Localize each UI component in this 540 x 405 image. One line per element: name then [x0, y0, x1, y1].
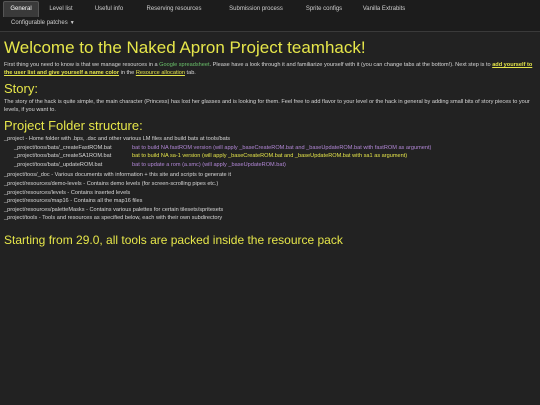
folder-line: _project/tools - Tools and resources as …: [4, 215, 223, 222]
story-text: The story of the hack is quite simple, t…: [4, 99, 530, 113]
intro-text-3: in the: [119, 70, 136, 76]
folder-line: _project/resources/demo-levels - Contain…: [4, 180, 219, 187]
tab-reserving-resources[interactable]: Reserving resources: [135, 2, 213, 17]
bat-row: _project/toos/bats/_createSA1ROM.bat bat …: [4, 152, 536, 161]
intro-text-2: . Please have a look through it and fami…: [209, 62, 493, 68]
bat-path: _project/toos/bats/_updateROM.bat: [14, 161, 103, 168]
tab-submission-process[interactable]: Submission process: [213, 2, 299, 17]
tab-row: General Level list Useful info Reserving…: [3, 0, 537, 17]
folder-project-line: _project - Home folder with .bps, .dsc a…: [4, 136, 231, 142]
folder-line: _project/resources/levels - Contains ins…: [4, 189, 131, 196]
story-heading: Story:: [4, 81, 38, 96]
tab-general[interactable]: General: [3, 1, 39, 17]
bat-row: _project/toos/bats/_updateROM.bat bat to …: [4, 161, 536, 170]
caret-down-icon: ▼: [69, 20, 75, 26]
bat-desc: bat to update a rom (a.smc) (will apply …: [132, 161, 286, 168]
tab-level-list[interactable]: Level list: [39, 2, 83, 17]
bat-row: _project/toos/bats/_createFastROM.bat bat…: [4, 144, 536, 153]
bat-desc: bat to build NA sa-1 version (will apply…: [132, 153, 408, 160]
google-spreadsheet-link[interactable]: Google spreadsheet: [159, 62, 209, 68]
folder-line: _project/resources/map16 - Contains all …: [4, 198, 143, 205]
bat-path: _project/toos/bats/_createSA1ROM.bat: [14, 153, 112, 160]
intro-paragraph: First thing you need to know is that we …: [4, 61, 536, 77]
bat-path: _project/toos/bats/_createFastROM.bat: [14, 144, 112, 151]
tab-sprite-configs[interactable]: Sprite configs: [299, 2, 349, 17]
bat-desc: bat to build NA fastROM version (will ap…: [132, 144, 432, 151]
main-content: Welcome to the Naked Apron Project teamh…: [0, 38, 540, 247]
page-title: Welcome to the Naked Apron Project teamh…: [4, 38, 366, 57]
folder-line: _project/resources/paletteMasks - Contai…: [4, 206, 224, 213]
dropdown-label: Configurable patches: [11, 20, 68, 26]
folder-line: _project/toos/_doc - Various documents w…: [4, 172, 232, 179]
structure-heading: Project Folder structure:: [4, 118, 143, 133]
tab-row-2: Configurable patches ▼: [3, 17, 537, 31]
tools-heading: Starting from 29.0, all tools are packed…: [4, 232, 343, 247]
folder-list: _project - Home folder with .bps, .dsc a…: [4, 135, 536, 223]
resource-allocation-link[interactable]: Resource allocation: [136, 70, 185, 76]
tab-useful-info[interactable]: Useful info: [83, 2, 135, 17]
intro-text-1: First thing you need to know is that we …: [4, 62, 160, 68]
top-navbar: General Level list Useful info Reserving…: [0, 0, 540, 32]
tab-vanilla-extrabits[interactable]: Vanilla Extrabits: [349, 2, 419, 17]
intro-text-4: tab.: [184, 70, 196, 76]
configurable-patches-dropdown[interactable]: Configurable patches ▼: [3, 16, 83, 31]
